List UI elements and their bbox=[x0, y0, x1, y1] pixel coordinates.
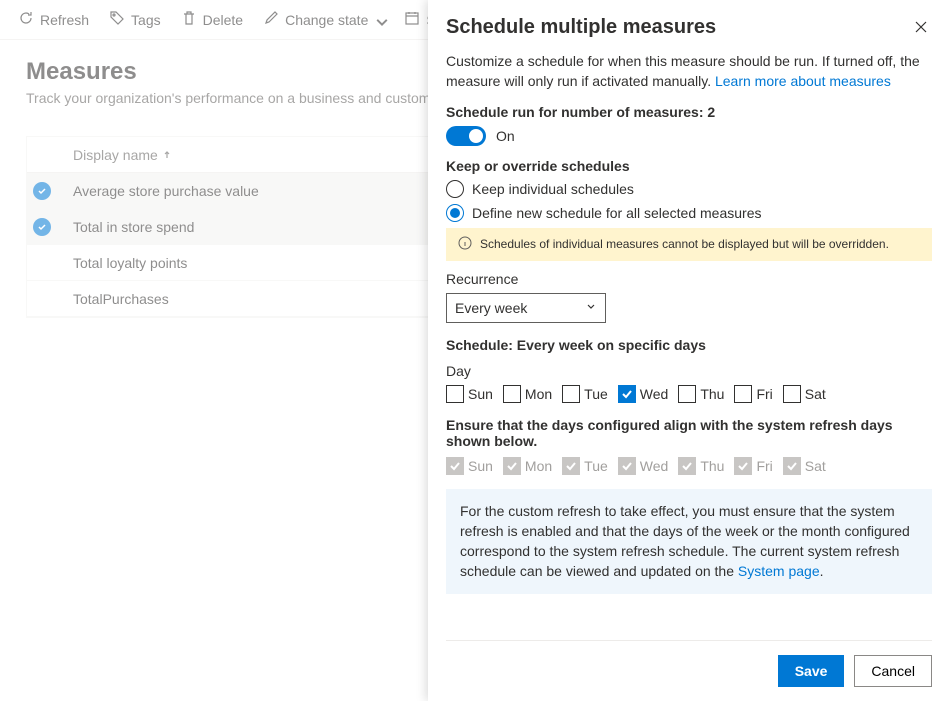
day-label: Tue bbox=[584, 386, 608, 402]
system-day-checkbox bbox=[562, 457, 580, 475]
trash-icon bbox=[181, 10, 197, 29]
system-day-label: Fri bbox=[756, 458, 772, 474]
day-checkbox[interactable] bbox=[783, 385, 801, 403]
panel-title: Schedule multiple measures bbox=[446, 16, 716, 39]
learn-more-link[interactable]: Learn more about measures bbox=[715, 73, 891, 89]
info-icon bbox=[458, 236, 472, 253]
refresh-icon bbox=[18, 10, 34, 29]
col-display-label: Display name bbox=[73, 147, 158, 163]
radio-define-label: Define new schedule for all selected mea… bbox=[472, 205, 762, 221]
delete-label: Delete bbox=[203, 12, 243, 28]
schedule-count-label: Schedule run for number of measures: 2 bbox=[446, 104, 932, 120]
refresh-button[interactable]: Refresh bbox=[10, 6, 97, 33]
info-text: For the custom refresh to take effect, y… bbox=[460, 503, 910, 580]
system-day-label: Sat bbox=[805, 458, 826, 474]
schedule-panel: Schedule multiple measures Customize a s… bbox=[428, 0, 950, 701]
radio-define[interactable]: Define new schedule for all selected mea… bbox=[446, 204, 932, 222]
system-day-label: Wed bbox=[640, 458, 669, 474]
day-checkbox[interactable] bbox=[678, 385, 696, 403]
system-day-checkbox bbox=[783, 457, 801, 475]
day-label: Sun bbox=[468, 386, 493, 402]
system-day-checkbox bbox=[618, 457, 636, 475]
panel-footer: Save Cancel bbox=[446, 640, 932, 701]
system-day-checkbox bbox=[503, 457, 521, 475]
recurrence-select[interactable]: Every week bbox=[446, 293, 606, 323]
pencil-icon bbox=[263, 10, 279, 29]
info-box: For the custom refresh to take effect, y… bbox=[446, 489, 932, 594]
info-text-post: . bbox=[820, 563, 824, 579]
radio-icon bbox=[446, 204, 464, 222]
day-checkbox[interactable] bbox=[503, 385, 521, 403]
override-warning: Schedules of individual measures cannot … bbox=[446, 228, 932, 261]
chevron-down-icon bbox=[374, 15, 384, 25]
day-checkbox[interactable] bbox=[734, 385, 752, 403]
radio-icon bbox=[446, 180, 464, 198]
delete-button[interactable]: Delete bbox=[173, 6, 251, 33]
day-label: Day bbox=[446, 363, 932, 379]
toggle-label: On bbox=[496, 128, 515, 144]
day-checkbox[interactable] bbox=[618, 385, 636, 403]
row-check-icon[interactable] bbox=[33, 218, 51, 236]
day-picker: Sun Mon Tue Wed Thu Fri Sat bbox=[446, 385, 932, 403]
day-checkbox[interactable] bbox=[562, 385, 580, 403]
system-day-label: Sun bbox=[468, 458, 493, 474]
schedule-toggle[interactable] bbox=[446, 126, 486, 146]
day-checkbox[interactable] bbox=[446, 385, 464, 403]
system-day-checkbox bbox=[446, 457, 464, 475]
sort-asc-icon bbox=[162, 147, 172, 163]
keep-override-header: Keep or override schedules bbox=[446, 158, 932, 174]
tags-label: Tags bbox=[131, 12, 161, 28]
radio-keep[interactable]: Keep individual schedules bbox=[446, 180, 932, 198]
system-page-link[interactable]: System page bbox=[738, 563, 820, 579]
row-check-icon[interactable] bbox=[33, 182, 51, 200]
close-button[interactable] bbox=[910, 16, 932, 41]
schedule-summary: Schedule: Every week on specific days bbox=[446, 337, 932, 353]
recurrence-value: Every week bbox=[455, 300, 527, 316]
day-label: Sat bbox=[805, 386, 826, 402]
warning-text: Schedules of individual measures cannot … bbox=[480, 237, 889, 251]
chevron-down-icon bbox=[585, 300, 597, 316]
day-label: Wed bbox=[640, 386, 669, 402]
radio-keep-label: Keep individual schedules bbox=[472, 181, 634, 197]
panel-description: Customize a schedule for when this measu… bbox=[446, 51, 932, 92]
system-day-label: Thu bbox=[700, 458, 724, 474]
system-day-label: Mon bbox=[525, 458, 552, 474]
cancel-button[interactable]: Cancel bbox=[854, 655, 932, 687]
tags-button[interactable]: Tags bbox=[101, 6, 169, 33]
tag-icon bbox=[109, 10, 125, 29]
day-label: Fri bbox=[756, 386, 772, 402]
save-button[interactable]: Save bbox=[778, 655, 845, 687]
system-days: Sun Mon Tue Wed Thu Fri Sat bbox=[446, 457, 932, 475]
refresh-label: Refresh bbox=[40, 12, 89, 28]
day-label: Thu bbox=[700, 386, 724, 402]
change-state-label: Change state bbox=[285, 12, 368, 28]
system-day-checkbox bbox=[678, 457, 696, 475]
calendar-icon bbox=[404, 10, 420, 29]
change-state-button[interactable]: Change state bbox=[255, 6, 392, 33]
day-label: Mon bbox=[525, 386, 552, 402]
system-day-checkbox bbox=[734, 457, 752, 475]
align-text: Ensure that the days configured align wi… bbox=[446, 417, 932, 449]
close-icon bbox=[914, 21, 928, 37]
recurrence-label: Recurrence bbox=[446, 271, 932, 287]
system-day-label: Tue bbox=[584, 458, 608, 474]
